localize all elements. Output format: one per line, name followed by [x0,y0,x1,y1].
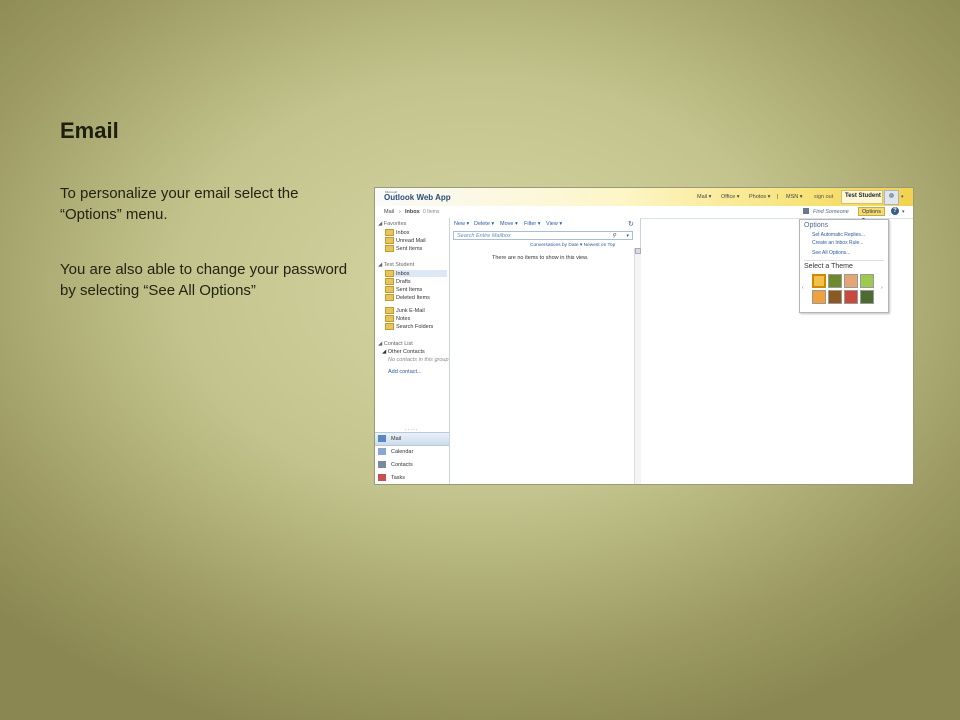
chevron-down-icon[interactable]: ▾ [902,209,905,215]
nav-mail[interactable]: Mail [375,432,449,446]
owa-logo: Outlook Web App [384,193,451,202]
favorite-sent-items[interactable]: Sent Items [385,245,422,252]
chevron-down-icon[interactable]: ▾ [901,194,904,200]
owa-top-bar: Microsoft Outlook Web App Mail ▾ Office … [375,188,913,206]
help-icon[interactable]: ? [891,207,899,215]
folder-junk-email[interactable]: Junk E-Mail [385,307,425,314]
tasks-icon [378,474,386,481]
theme-thumbnail[interactable] [844,274,858,288]
item-count: 0 Items [423,209,440,215]
new-button[interactable]: New ▾ [454,221,469,227]
folder-search-folders[interactable]: Search Folders [385,323,433,330]
folder-icon [385,286,394,293]
avatar-icon[interactable] [884,190,899,205]
theme-thumbnail-selected[interactable] [812,274,826,288]
theme-thumbnail[interactable] [844,290,858,304]
move-button[interactable]: Move ▾ [500,221,518,227]
see-all-options-link[interactable]: See All Options... [812,250,850,256]
menu-divider [804,260,884,261]
chevron-down-icon[interactable]: ▾ [626,232,629,240]
search-icon[interactable]: ⚲ [612,232,616,240]
select-theme-heading: Select a Theme [804,263,853,270]
add-contact-link[interactable]: Add contact... [388,369,422,375]
scroll-up-button[interactable] [635,248,641,254]
folder-notes[interactable]: Notes [385,315,410,322]
folder-icon [385,315,394,322]
folder-inbox[interactable]: Inbox [385,270,447,277]
create-inbox-rule-link[interactable]: Create an Inbox Rule... [812,240,863,246]
folder-icon [385,278,394,285]
search-input[interactable]: Search Entire Mailbox ⚲ ▾ [453,231,633,240]
folder-icon [385,229,394,236]
contacts-icon [378,461,386,468]
slide-paragraph-1: To personalize your email select the “Op… [60,185,299,223]
calendar-icon [378,448,386,455]
contact-list-header[interactable]: ◢ Contact List [378,341,413,347]
folder-drafts[interactable]: Drafts [385,278,411,285]
nav-tasks[interactable]: Tasks [375,472,449,484]
folder-sent-items[interactable]: Sent Items [385,286,422,293]
theme-thumbnail[interactable] [828,274,842,288]
other-contacts-group[interactable]: ◢ Other Contacts [382,349,425,355]
topnav-separator: | [777,194,779,200]
no-contacts-note: No contacts in this group [388,357,449,363]
owa-screenshot: Microsoft Outlook Web App Mail ▾ Office … [374,187,914,485]
theme-prev-icon[interactable]: ‹ [802,285,804,291]
address-book-icon[interactable] [803,208,809,214]
options-menu: Options Set Automatic Replies... Create … [799,219,889,313]
topnav-msn[interactable]: MSN ▾ [786,194,803,200]
message-list-pane: New ▾ Delete ▾ Move ▾ Filter ▾ View ▾ ↻ … [450,218,641,484]
folder-deleted-items[interactable]: Deleted Items [385,294,430,301]
favorites-header[interactable]: ◢ Favorites [378,221,406,227]
breadcrumb-mail[interactable]: Mail [384,209,394,215]
scrollbar[interactable] [634,248,641,484]
theme-next-icon[interactable]: › [881,285,883,291]
slide-paragraph-2: You are also able to change your passwor… [60,261,348,299]
topnav-photos[interactable]: Photos ▾ [749,194,770,200]
folder-icon [385,245,394,252]
delete-button[interactable]: Delete ▾ [474,221,494,227]
empty-list-message: There are no items to show in this view. [492,255,589,261]
options-button[interactable]: Options ▾ [858,207,885,223]
mail-icon [378,435,386,442]
folder-icon [385,237,394,244]
topnav-office[interactable]: Office ▾ [721,194,740,200]
view-button[interactable]: View ▾ [546,221,562,227]
user-name: Test Student [845,193,881,199]
options-menu-title: Options [804,222,829,229]
favorite-unread-mail[interactable]: Unread Mail [385,237,426,244]
slide-title: Email [60,118,119,143]
folder-icon [385,307,394,314]
theme-thumbnail[interactable] [828,290,842,304]
folder-pane: ◢ Favorites Inbox Unread Mail Sent Items… [375,218,450,484]
find-someone-input[interactable]: Find Someone [813,209,849,215]
nav-contacts[interactable]: Contacts [375,459,449,471]
nav-calendar[interactable]: Calendar [375,446,449,458]
sign-out-link[interactable]: sign out [814,194,833,200]
filter-button[interactable]: Filter ▾ [524,221,541,227]
folder-icon [385,294,394,301]
folder-icon [385,323,394,330]
topnav-mail[interactable]: Mail ▾ [697,194,711,200]
set-automatic-replies-link[interactable]: Set Automatic Replies... [812,232,865,238]
account-header[interactable]: ◢ Test Student [378,262,414,268]
breadcrumb-inbox: Inbox [405,209,420,215]
breadcrumb-separator: › [399,209,401,215]
favorite-inbox[interactable]: Inbox [385,229,409,236]
folder-icon [385,270,394,277]
sort-options[interactable]: Conversations by Date ▾ Newest on Top [530,243,615,248]
theme-thumbnail[interactable] [860,290,874,304]
theme-thumbnail[interactable] [812,290,826,304]
refresh-icon[interactable]: ↻ [628,220,634,228]
theme-thumbnail[interactable] [860,274,874,288]
